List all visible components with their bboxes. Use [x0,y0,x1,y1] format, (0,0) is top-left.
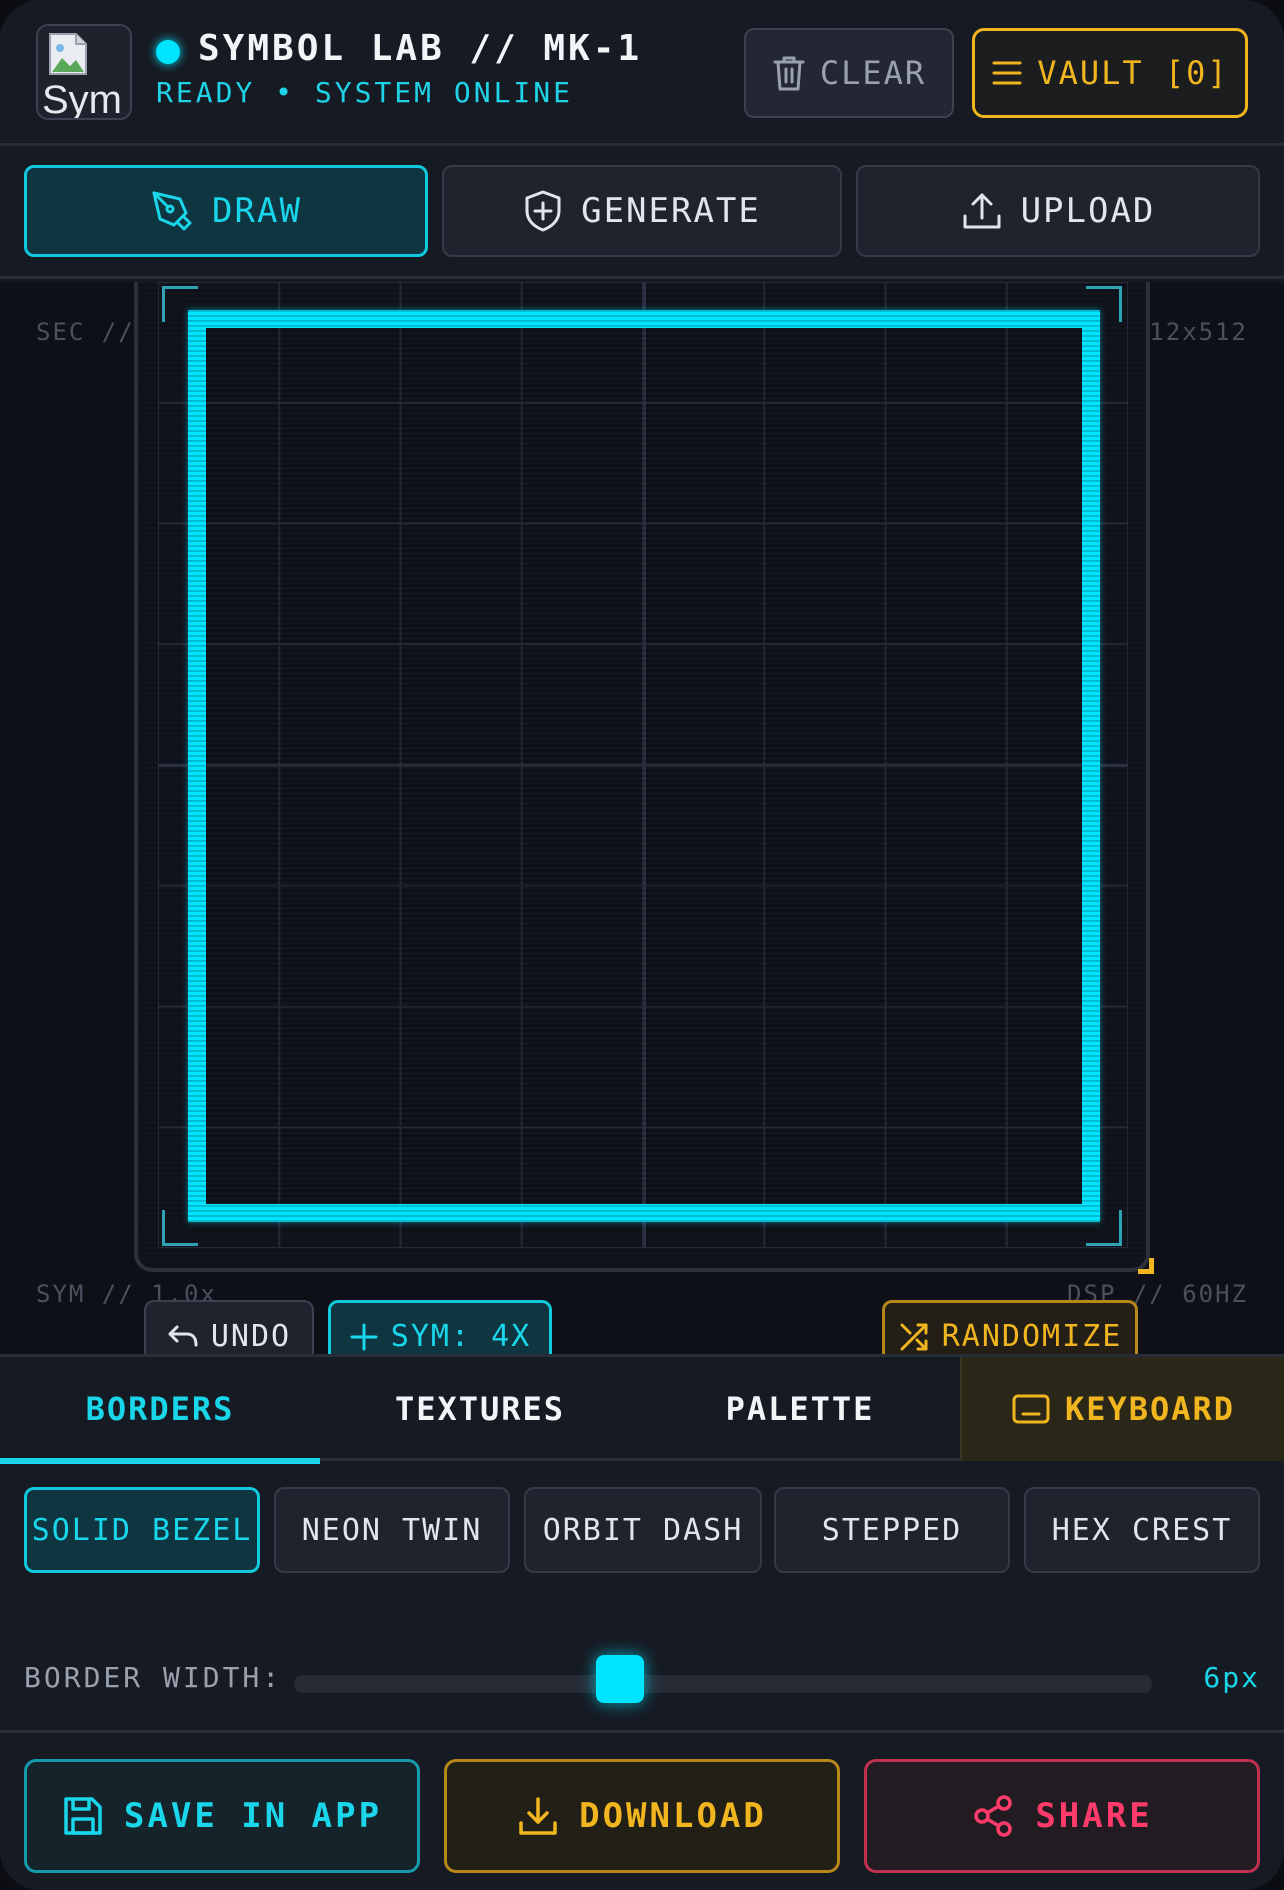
mode-upload-button[interactable]: UPLOAD [856,165,1260,257]
clear-button[interactable]: CLEAR [744,28,954,118]
keyboard-icon [1012,1394,1050,1424]
share-button[interactable]: SHARE [864,1759,1260,1873]
canvas-workspace: SEC // 12x512 SYM // 1.0x DSP // 60HZ UN… [0,282,1284,1370]
tab-palette-label: PALETTE [725,1390,875,1428]
action-bar: SAVE IN APP DOWNLOAD SHARE [0,1730,1284,1890]
symbol-border-preview [188,310,1100,1222]
download-button[interactable]: DOWNLOAD [444,1759,840,1873]
vault-button[interactable]: VAULT [0] [972,28,1248,118]
canvas-resize-handle[interactable] [1138,1258,1154,1274]
upload-icon [963,193,1001,229]
mode-draw-button[interactable]: DRAW [24,165,428,257]
trash-icon [773,56,805,91]
tab-borders-label: BORDERS [85,1390,235,1428]
app-title: SYMBOL LAB // MK-1 [198,28,643,69]
tab-keyboard[interactable]: KEYBOARD [960,1357,1284,1461]
mode-draw-label: DRAW [212,191,302,231]
randomize-label: RANDOMIZE [941,1319,1123,1354]
download-icon [519,1797,557,1835]
border-width-value: 6px [1203,1661,1260,1694]
shuffle-icon [900,1323,928,1350]
mode-selector: DRAW GENERATE UPLOAD [0,149,1284,279]
save-in-app-button[interactable]: SAVE IN APP [24,1759,420,1873]
broken-image-icon [49,33,87,75]
mode-generate-button[interactable]: GENERATE [442,165,842,257]
border-style-label: STEPPED [821,1512,963,1548]
settings-panel: BORDERS TEXTURES PALETTE KEYBOARD SOLID … [0,1354,1284,1890]
save-in-app-label: SAVE IN APP [123,1796,383,1836]
plus-icon [350,1323,378,1350]
tab-borders[interactable]: BORDERS [0,1357,320,1464]
logo-alt-text: Sym [42,78,122,120]
menu-icon [992,61,1022,85]
border-style-label: SOLID BEZEL [31,1512,253,1548]
canvas-label-top-left: SEC // [36,318,135,346]
shield-plus-icon [525,190,561,232]
border-style-label: NEON TWIN [301,1512,483,1548]
tab-palette[interactable]: PALETTE [640,1357,960,1461]
header-bar: Sym SYMBOL LAB // MK-1 READY • SYSTEM ON… [0,0,1284,146]
download-label: DOWNLOAD [579,1796,767,1836]
symbol-lab-app: Sym SYMBOL LAB // MK-1 READY • SYSTEM ON… [0,0,1284,1890]
save-icon [64,1797,102,1835]
border-width-label: BORDER WIDTH: [24,1661,283,1694]
border-style-label: ORBIT DASH [542,1512,744,1548]
panel-tabs: BORDERS TEXTURES PALETTE KEYBOARD [0,1357,1284,1464]
border-style-label: HEX CREST [1051,1512,1233,1548]
app-logo: Sym [36,24,132,120]
tab-textures-label: TEXTURES [394,1390,566,1428]
border-style-orbit-dash[interactable]: ORBIT DASH [524,1487,762,1573]
border-style-options: SOLID BEZEL NEON TWIN ORBIT DASH STEPPED… [0,1487,1284,1577]
border-style-hex-crest[interactable]: HEX CREST [1024,1487,1260,1573]
border-width-slider-thumb[interactable] [596,1655,645,1703]
undo-icon [168,1325,198,1347]
border-style-solid-bezel[interactable]: SOLID BEZEL [24,1487,260,1573]
share-label: SHARE [1035,1796,1153,1836]
symmetry-label: SYM: 4X [390,1319,532,1354]
canvas-label-top-right: 12x512 [1149,318,1248,346]
border-style-stepped[interactable]: STEPPED [774,1487,1010,1573]
share-icon [974,1795,1013,1837]
tab-textures[interactable]: TEXTURES [320,1357,640,1461]
undo-label: UNDO [210,1318,292,1354]
clear-button-label: CLEAR [819,54,927,92]
system-status: READY • SYSTEM ONLINE [156,76,574,109]
tab-keyboard-label: KEYBOARD [1064,1390,1236,1428]
pen-icon [152,191,192,231]
border-width-slider[interactable] [294,1655,1152,1703]
vault-button-label: VAULT [0] [1037,54,1229,92]
mode-upload-label: UPLOAD [1020,191,1156,231]
mode-generate-label: GENERATE [581,191,761,231]
drawing-canvas[interactable] [134,282,1154,1274]
border-style-neon-twin[interactable]: NEON TWIN [274,1487,510,1573]
online-status-dot [156,40,180,64]
